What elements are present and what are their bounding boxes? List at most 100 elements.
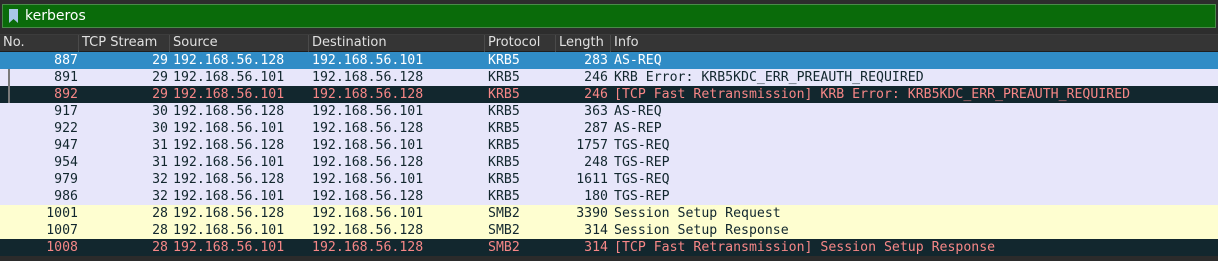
packet-tcp-stream: 30 [152,104,168,119]
column-header-length[interactable]: Length [555,35,610,52]
display-filter-input[interactable] [25,5,1205,27]
packet-number: 891 [54,70,78,85]
packet-protocol: KRB5 [488,189,520,204]
packet-protocol: KRB5 [488,53,520,68]
packet-source: 192.168.56.101 [173,121,285,136]
packet-length: 314 [584,240,608,255]
column-header-tcp-stream[interactable]: TCP Stream [78,35,169,52]
packet-destination: 192.168.56.101 [312,138,424,153]
packet-row[interactable]: 887 29 192.168.56.128 192.168.56.101 KRB5 283… [0,52,1218,69]
packet-tcp-stream: 29 [152,53,168,68]
packet-tcp-stream: 28 [152,223,168,238]
packet-info: AS-REQ [614,53,662,68]
column-header-protocol[interactable]: Protocol [484,35,555,52]
packet-protocol: KRB5 [488,172,520,187]
packet-row[interactable]: 947 31 192.168.56.128 192.168.56.101 KRB5 175… [0,137,1218,154]
packet-protocol: KRB5 [488,104,520,119]
packet-protocol: KRB5 [488,155,520,170]
packet-tcp-stream: 31 [152,155,168,170]
packet-protocol: KRB5 [488,87,520,102]
packet-row[interactable]: 1008 28 192.168.56.101 192.168.56.128 SMB2 31… [0,239,1218,256]
packet-source: 192.168.56.128 [173,138,285,153]
packet-number: 1001 [46,206,78,221]
packet-info: AS-REQ [614,104,662,119]
packet-row[interactable]: 1007 28 192.168.56.101 192.168.56.128 SMB2 31… [0,222,1218,239]
packet-source: 192.168.56.101 [173,87,285,102]
packet-source: 192.168.56.101 [173,70,285,85]
packet-destination: 192.168.56.128 [312,155,424,170]
packet-number: 922 [54,121,78,136]
packet-length: 248 [584,155,608,170]
packet-row[interactable]: 979 32 192.168.56.128 192.168.56.101 KRB5 161… [0,171,1218,188]
packet-row[interactable]: 891 29 192.168.56.101 192.168.56.128 KRB5 246… [0,69,1218,86]
packet-info: AS-REP [614,121,662,136]
column-header-no[interactable]: No. [0,35,78,52]
packet-tcp-stream: 30 [152,121,168,136]
packet-length: 287 [584,121,608,136]
column-header-info[interactable]: Info [610,35,1218,52]
packet-list: 887 29 192.168.56.128 192.168.56.101 KRB5 283… [0,52,1218,256]
packet-length: 246 [584,70,608,85]
bookmark-icon[interactable] [5,7,21,25]
packet-source: 192.168.56.101 [173,223,285,238]
packet-length: 180 [584,189,608,204]
packet-number: 917 [54,104,78,119]
packet-number: 947 [54,138,78,153]
packet-length: 314 [584,223,608,238]
packet-protocol: SMB2 [488,240,520,255]
display-filter-toolbar [0,0,1218,34]
packet-protocol: KRB5 [488,121,520,136]
packet-tcp-stream: 32 [152,189,168,204]
packet-length: 1757 [576,138,608,153]
packet-row[interactable]: 922 30 192.168.56.101 192.168.56.128 KRB5 287… [0,120,1218,137]
packet-length: 3390 [576,206,608,221]
packet-info: TGS-REP [614,189,670,204]
packet-info: TGS-REP [614,155,670,170]
packet-destination: 192.168.56.101 [312,53,424,68]
packet-tcp-stream: 29 [152,87,168,102]
packet-protocol: SMB2 [488,223,520,238]
packet-destination: 192.168.56.128 [312,189,424,204]
packet-info: TGS-REQ [614,172,670,187]
packet-number: 986 [54,189,78,204]
packet-number: 979 [54,172,78,187]
packet-source: 192.168.56.128 [173,206,285,221]
packet-length: 1611 [576,172,608,187]
packet-protocol: KRB5 [488,70,520,85]
packet-tcp-stream: 28 [152,240,168,255]
column-header-source[interactable]: Source [169,35,308,52]
packet-destination: 192.168.56.101 [312,104,424,119]
packet-destination: 192.168.56.128 [312,70,424,85]
packet-tcp-stream: 31 [152,138,168,153]
display-filter-field[interactable] [2,4,1216,28]
column-header-destination[interactable]: Destination [308,35,484,52]
packet-source: 192.168.56.128 [173,104,285,119]
packet-length: 246 [584,87,608,102]
packet-list-header: No. TCP Stream Source Destination Protoc… [0,34,1218,52]
packet-row[interactable]: 954 31 192.168.56.101 192.168.56.128 KRB5 248… [0,154,1218,171]
packet-number: 954 [54,155,78,170]
packet-destination: 192.168.56.101 [312,206,424,221]
packet-source: 192.168.56.101 [173,155,285,170]
packet-destination: 192.168.56.128 [312,121,424,136]
packet-row[interactable]: 1001 28 192.168.56.128 192.168.56.101 SMB2 33… [0,205,1218,222]
packet-number: 1007 [46,223,78,238]
packet-info: Session Setup Response [614,223,789,238]
packet-row[interactable]: 986 32 192.168.56.101 192.168.56.128 KRB5 180… [0,188,1218,205]
packet-number: 887 [54,53,78,68]
packet-destination: 192.168.56.101 [312,172,424,187]
packet-tcp-stream: 28 [152,206,168,221]
packet-source: 192.168.56.128 [173,53,285,68]
packet-info: TGS-REQ [614,138,670,153]
packet-destination: 192.168.56.128 [312,223,424,238]
packet-protocol: SMB2 [488,206,520,221]
packet-tcp-stream: 32 [152,172,168,187]
packet-source: 192.168.56.128 [173,172,285,187]
packet-info: Session Setup Request [614,206,781,221]
packet-number: 1008 [46,240,78,255]
packet-length: 283 [584,53,608,68]
packet-info: [TCP Fast Retransmission] Session Setup … [614,240,996,255]
packet-row[interactable]: 892 29 192.168.56.101 192.168.56.128 KRB5 246… [0,86,1218,103]
packet-row[interactable]: 917 30 192.168.56.128 192.168.56.101 KRB5 363… [0,103,1218,120]
packet-info: [TCP Fast Retransmission] KRB Error: KRB… [614,87,1131,102]
